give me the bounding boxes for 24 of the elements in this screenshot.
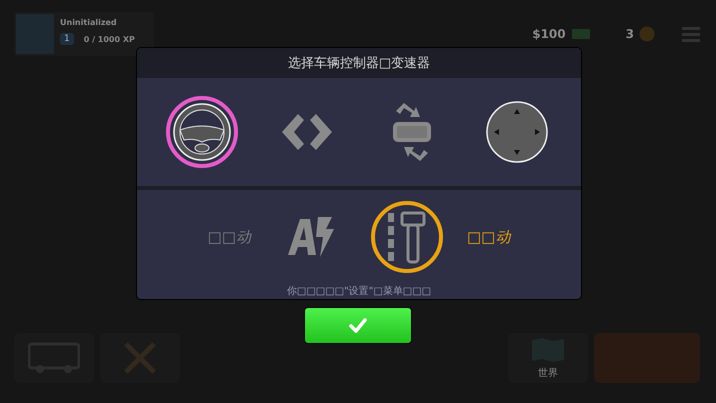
level-badge: 1 (60, 33, 74, 45)
world-tile[interactable]: 世界 (508, 333, 588, 383)
xp-text: 0 / 1000 XP (84, 34, 135, 44)
wheel-option[interactable] (166, 96, 238, 168)
manual-transmission-option[interactable] (371, 201, 443, 273)
profile-card[interactable]: Uninitialized 1 0 / 1000 XP (14, 12, 154, 56)
joystick-icon (486, 101, 548, 163)
cash-icon (570, 28, 591, 40)
left-right-arrows-icon (280, 112, 334, 152)
tools-tile[interactable] (100, 333, 180, 383)
coin-count: 3 (626, 27, 634, 41)
auto-lightning-icon (286, 215, 336, 259)
checkmark-icon (349, 318, 367, 334)
steering-wheel-icon (172, 102, 232, 162)
dialog-title: 选择车辆控制器□变速器 (288, 55, 430, 72)
camper-tile[interactable] (14, 333, 94, 383)
money-amount: $100 (532, 27, 566, 41)
player-name: Uninitialized (60, 18, 118, 27)
coin-icon (639, 26, 655, 42)
avatar-placeholder (16, 14, 54, 54)
confirm-button[interactable] (304, 307, 412, 344)
transmission-label: □□动 (208, 228, 251, 246)
transmission-label: □□动 (467, 228, 510, 246)
hint-text: 你□□□□□"设置"□菜单□□□ (286, 284, 432, 298)
